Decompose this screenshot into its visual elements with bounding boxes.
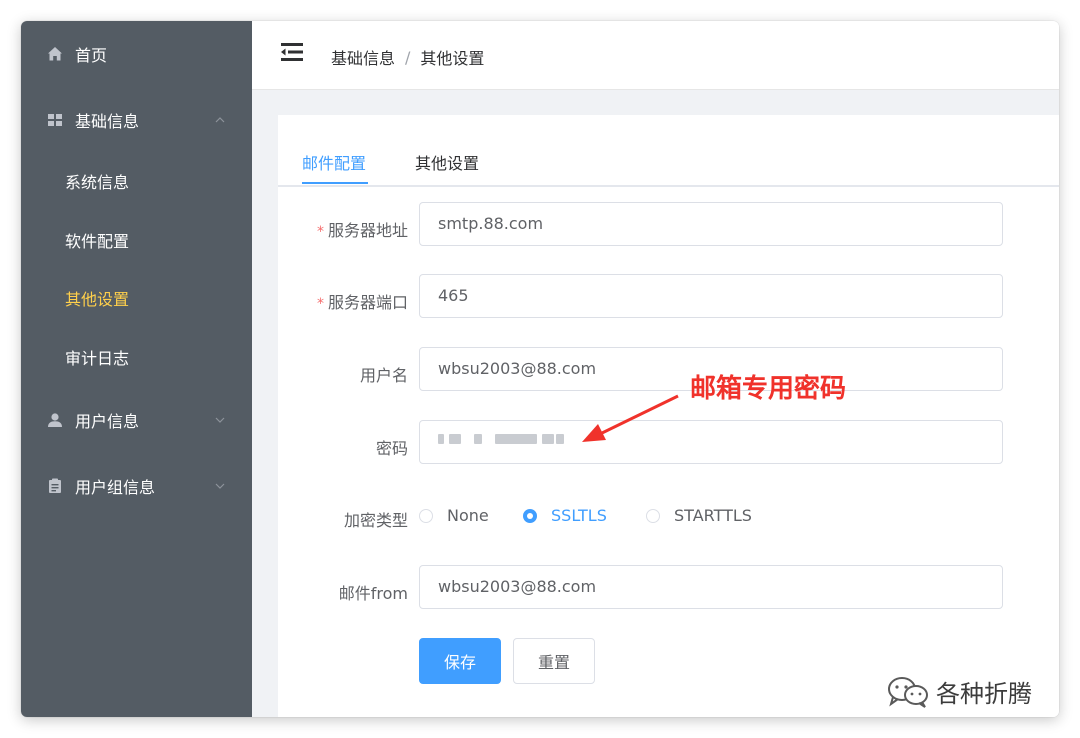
- radio-circle-checked: [523, 508, 537, 523]
- sidebar-item-software-config[interactable]: 软件配置: [21, 215, 252, 265]
- tab-mail-config[interactable]: 邮件配置: [302, 150, 366, 174]
- annotation-arrow: [582, 394, 679, 442]
- sidebar-item-label: 审计日志: [65, 349, 130, 368]
- reset-button[interactable]: 重置: [513, 638, 595, 684]
- chevron-down-icon: [215, 483, 225, 489]
- radio-none[interactable]: None: [419, 506, 489, 525]
- sidebar-item-user-info[interactable]: 用户信息: [21, 392, 252, 448]
- mail-from-input[interactable]: wbsu2003@88.com: [419, 565, 1003, 609]
- sidebar-item-home[interactable]: 首页: [21, 26, 252, 82]
- sidebar-item-label: 系统信息: [65, 173, 130, 192]
- annotation-text: 邮箱专用密码: [690, 374, 847, 404]
- clipboard-icon: [49, 478, 61, 493]
- active-tab-indicator: [302, 182, 368, 184]
- main-area: 基础信息 / 其他设置 邮件配置 其他设置 * 服务器地址 smtp.88.com…: [252, 21, 1059, 717]
- wechat-icon: [888, 676, 928, 708]
- username-label: 用户名: [359, 366, 408, 385]
- sidebar-item-system-info[interactable]: 系统信息: [21, 156, 252, 206]
- sidebar-item-label: 其他设置: [65, 290, 130, 309]
- sidebar-item-basic-info[interactable]: 基础信息: [21, 92, 252, 148]
- tab-other-settings[interactable]: 其他设置: [415, 150, 479, 174]
- top-bar: 基础信息 / 其他设置: [252, 21, 1059, 90]
- radio-circle: [419, 508, 433, 523]
- required-mark: *: [316, 224, 324, 240]
- sidebar-item-other-settings[interactable]: 其他设置: [21, 273, 252, 323]
- radio-starttls[interactable]: STARTTLS: [646, 506, 752, 525]
- server-port-input[interactable]: 465: [419, 274, 1003, 318]
- watermark-text: 各种折腾: [936, 680, 1032, 708]
- server-port-label: * 服务器端口: [316, 293, 408, 312]
- sidebar-item-audit-log[interactable]: 审计日志: [21, 332, 252, 382]
- sidebar-item-label: 首页: [75, 46, 108, 65]
- breadcrumb-separator: /: [405, 47, 411, 67]
- server-address-label: * 服务器地址: [316, 221, 408, 240]
- sidebar-item-label: 用户信息: [75, 412, 140, 431]
- server-address-input[interactable]: smtp.88.com: [419, 202, 1003, 246]
- radio-circle: [646, 508, 660, 523]
- watermark: 各种折腾: [886, 674, 1032, 709]
- radio-ssltls[interactable]: SSLTLS: [523, 506, 607, 525]
- grid-icon: [48, 114, 62, 126]
- app-window: 首页 基础信息 系统信息 软件配置 其他设置 审计日志 用户信息 用户组信息 基…: [21, 21, 1059, 717]
- sidebar: 首页 基础信息 系统信息 软件配置 其他设置 审计日志 用户信息 用户组信息: [21, 21, 252, 717]
- tab-bar: 邮件配置 其他设置: [278, 115, 1059, 187]
- breadcrumb-item-current: 其他设置: [420, 49, 485, 68]
- required-mark: *: [316, 296, 324, 312]
- mail-from-label: 邮件from: [338, 584, 408, 603]
- encryption-label: 加密类型: [343, 511, 408, 530]
- sidebar-item-user-group-info[interactable]: 用户组信息: [21, 458, 252, 514]
- save-button[interactable]: 保存: [419, 638, 501, 684]
- sidebar-item-label: 用户组信息: [75, 478, 156, 497]
- sidebar-item-label: 基础信息: [75, 112, 140, 131]
- menu-fold-icon[interactable]: [279, 41, 305, 63]
- user-icon: [48, 413, 62, 427]
- sidebar-item-label: 软件配置: [65, 232, 130, 251]
- chevron-up-icon: [215, 117, 225, 123]
- password-label: 密码: [375, 439, 408, 458]
- chevron-down-icon: [215, 417, 225, 423]
- home-icon: [48, 47, 62, 61]
- breadcrumb-item-basic-info[interactable]: 基础信息: [331, 45, 395, 69]
- breadcrumb: 基础信息 / 其他设置: [331, 45, 484, 69]
